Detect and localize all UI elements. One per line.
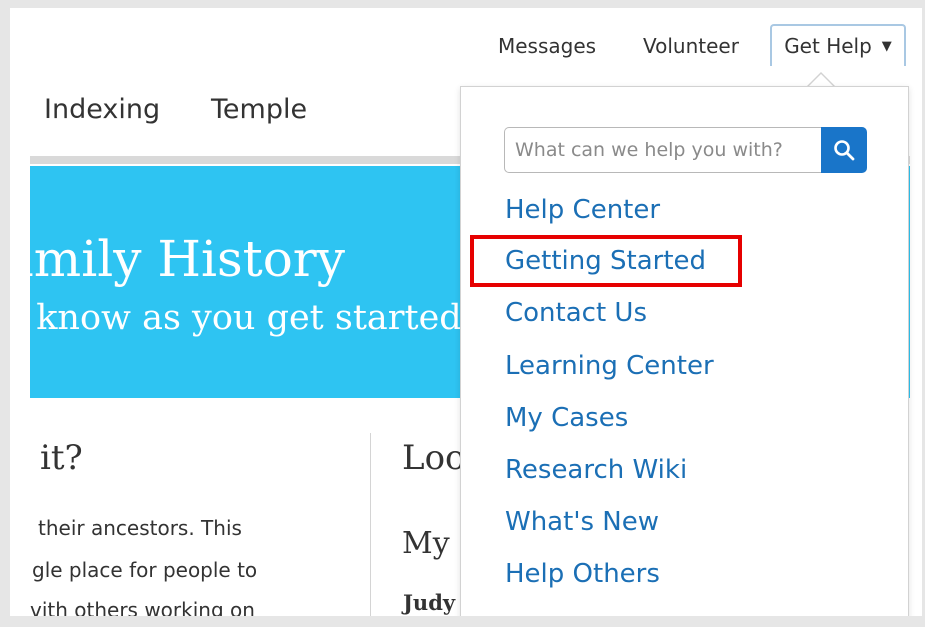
page-frame: Messages Volunteer Get Help ▼ Indexing T… [10, 8, 922, 616]
user-name: Judy [403, 590, 456, 615]
search-button[interactable] [821, 127, 867, 173]
menu-item-contact-us[interactable]: Contact Us [505, 298, 647, 328]
menu-item-whats-new[interactable]: What's New [505, 507, 659, 537]
get-help-label: Get Help [784, 34, 872, 58]
caret-down-icon: ▼ [881, 38, 892, 54]
volunteer-link[interactable]: Volunteer [643, 34, 739, 58]
help-search [504, 127, 867, 173]
nav-indexing[interactable]: Indexing [44, 94, 160, 125]
hero-title: amily History [30, 230, 345, 288]
left-column-heading: it? [40, 438, 83, 478]
left-column-line: vith others working on [30, 598, 255, 616]
right-column-heading: Loo [402, 438, 466, 478]
menu-item-learning-center[interactable]: Learning Center [505, 351, 714, 381]
hero-subtitle: o know as you get started [30, 298, 462, 338]
get-help-button[interactable]: Get Help ▼ [770, 24, 906, 66]
menu-item-getting-started[interactable]: Getting Started [505, 246, 706, 276]
left-column-line: their ancestors. This [38, 516, 242, 540]
menu-item-my-cases[interactable]: My Cases [505, 403, 628, 433]
menu-item-help-others[interactable]: Help Others [505, 559, 660, 589]
menu-item-research-wiki[interactable]: Research Wiki [505, 455, 687, 485]
left-column-line: gle place for people to [32, 558, 258, 582]
help-search-input[interactable] [504, 127, 822, 173]
nav-temple[interactable]: Temple [211, 94, 307, 125]
menu-item-help-center[interactable]: Help Center [505, 195, 660, 225]
messages-link[interactable]: Messages [498, 34, 596, 58]
my-label: My [402, 526, 450, 561]
get-help-dropdown: Help Center Getting Started Contact Us L… [460, 86, 909, 616]
search-icon [834, 140, 855, 161]
column-divider [370, 433, 371, 616]
